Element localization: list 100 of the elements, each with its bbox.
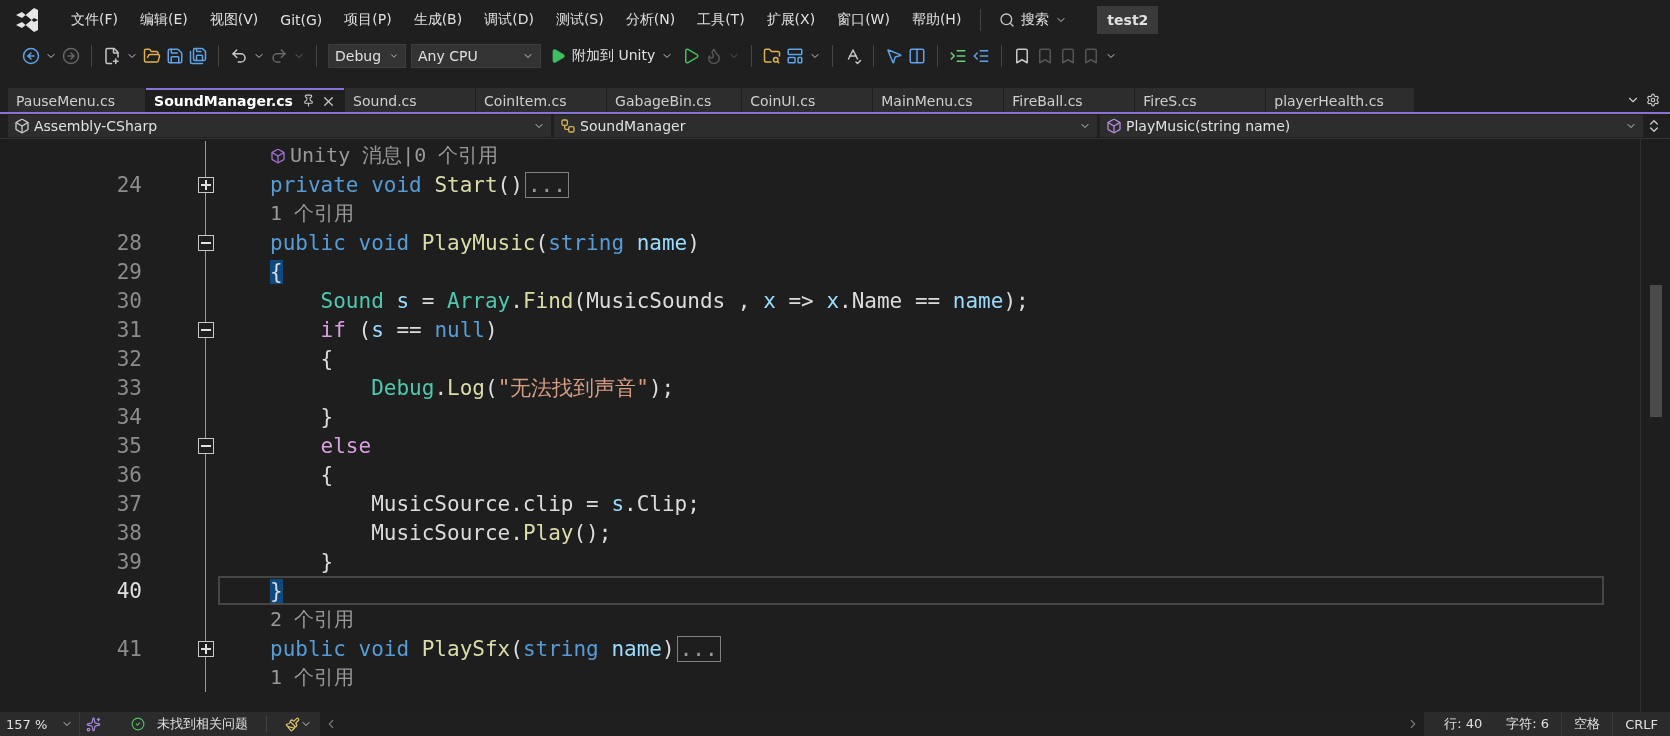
project-dropdown[interactable]: Assembly-CSharp	[8, 115, 551, 137]
collapse-icon[interactable]	[198, 234, 214, 251]
file-tab[interactable]: CoinUI.cs	[742, 88, 873, 112]
line-number: 29	[115, 259, 143, 284]
type-dropdown[interactable]: SoundManager	[554, 115, 1097, 137]
menu-item[interactable]: 工具(T)	[688, 7, 754, 33]
line-number: 30	[115, 288, 143, 313]
line-number: 31	[115, 317, 143, 342]
code-lens[interactable]: Unity 消息|0 个引用	[290, 142, 499, 169]
pin-icon[interactable]	[302, 93, 316, 107]
indent-icon[interactable]	[949, 47, 968, 65]
check-icon	[131, 717, 145, 731]
code-lens[interactable]: 1 个引用	[270, 200, 355, 227]
folder-icon[interactable]	[143, 47, 161, 65]
issues-status[interactable]: 未找到相关问题	[145, 715, 260, 733]
scrollbar-thumb[interactable]	[1649, 285, 1662, 417]
code-lens[interactable]: 2 个引用	[270, 606, 355, 633]
line-number: 28	[115, 230, 143, 255]
file-tab[interactable]: GabageBin.cs	[607, 88, 742, 112]
menu-item[interactable]: 调试(D)	[475, 7, 543, 33]
code-line: Debug.Log("无法找到声音");	[370, 374, 676, 402]
code-line: else	[319, 432, 373, 460]
logo-icon	[14, 8, 40, 32]
code-line: {	[319, 461, 335, 489]
line-number: 38	[115, 520, 143, 545]
save-all-icon[interactable]	[189, 47, 207, 65]
code-line: }	[319, 403, 335, 431]
expand-icon[interactable]	[198, 176, 214, 193]
play-icon[interactable]	[682, 47, 701, 65]
redo-icon[interactable]	[270, 47, 288, 65]
project-icon	[14, 118, 30, 134]
file-tab[interactable]: PauseMenu.cs	[8, 88, 146, 112]
method-icon	[1106, 118, 1122, 134]
file-tab[interactable]: MainMenu.cs	[873, 88, 1004, 112]
line-status: 行: 40	[1443, 715, 1484, 733]
menu-item[interactable]: 窗口(W)	[828, 7, 899, 33]
search-icon	[999, 12, 1016, 28]
code-line: MusicSource.Play();	[370, 519, 613, 547]
save-icon[interactable]	[166, 47, 184, 65]
file-tab[interactable]: FireBall.cs	[1004, 88, 1135, 112]
menu-item[interactable]: 文件(F)	[62, 7, 127, 33]
menu-item[interactable]: 测试(S)	[546, 7, 613, 33]
platform-dropdown[interactable]: Any CPU	[411, 44, 541, 68]
code-line: MusicSource.clip = s.Clip;	[370, 490, 701, 518]
menu-item[interactable]: Git(G)	[271, 8, 332, 32]
configuration-dropdown[interactable]: Debug	[328, 44, 406, 68]
code-line: }	[319, 548, 335, 576]
attach-button[interactable]: 附加到 Unity	[546, 47, 678, 65]
line-number: 33	[115, 375, 143, 400]
line-number: 36	[115, 462, 143, 487]
line-ending-button[interactable]: CRLF	[1612, 712, 1670, 736]
sparkles-icon[interactable]	[86, 716, 101, 732]
file-tab[interactable]: playerHealth.cs	[1266, 88, 1414, 112]
line-number: 40	[115, 578, 143, 603]
menu-item[interactable]: 编辑(E)	[131, 7, 197, 33]
forward-icon[interactable]	[62, 47, 80, 65]
line-number: 39	[115, 549, 143, 574]
code-line: public void PlayMusic(string name)	[270, 229, 701, 257]
line-number: 32	[115, 346, 143, 371]
play-icon	[550, 48, 566, 64]
menu-item[interactable]: 分析(N)	[616, 7, 685, 33]
menu-item[interactable]: 帮助(H)	[902, 7, 971, 33]
file-tab[interactable]: CoinItem.cs	[476, 88, 607, 112]
menu-item[interactable]: 视图(V)	[200, 7, 268, 33]
line-number: 41	[115, 636, 143, 661]
solution-name: test2	[1097, 6, 1159, 34]
menu-item[interactable]: 项目(P)	[335, 7, 401, 33]
code-line: private void Start() ...	[270, 170, 1640, 199]
member-dropdown[interactable]: PlayMusic(string name)	[1100, 115, 1643, 137]
code-line: if (s == null)	[319, 316, 499, 344]
line-number: 35	[115, 433, 143, 458]
file-tab[interactable]: SoundManager.cs	[146, 88, 345, 112]
undo-icon[interactable]	[230, 47, 248, 65]
back-icon[interactable]	[22, 47, 40, 65]
code-line: Sound s = Array.Find(MusicSounds , x => x.Name == name);	[319, 287, 1030, 315]
new-file-icon[interactable]	[103, 47, 121, 65]
pointer-icon[interactable]	[885, 47, 904, 65]
collapse-icon[interactable]	[198, 321, 214, 338]
file-tab[interactable]: Sound.cs	[345, 88, 476, 112]
settings-icon[interactable]	[1646, 93, 1660, 107]
folder-search-icon[interactable]	[763, 47, 782, 65]
code-line: {	[319, 345, 335, 373]
collapse-icon[interactable]	[198, 437, 214, 454]
brush-icon[interactable]	[285, 716, 300, 732]
menu-item[interactable]: 扩展(X)	[757, 7, 825, 33]
code-lens[interactable]: 1 个引用	[270, 664, 355, 691]
code-line: public void PlaySfx(string name) ...	[270, 634, 1640, 663]
expand-icon[interactable]	[198, 640, 214, 657]
menu-item[interactable]: 生成(B)	[404, 7, 472, 33]
line-number: 24	[115, 172, 143, 197]
columns-icon[interactable]	[908, 47, 927, 65]
class-icon	[560, 118, 576, 134]
column-status: 字符: 6	[1505, 715, 1551, 733]
whitespace-button[interactable]: 空格	[1561, 712, 1613, 736]
window-icon[interactable]	[786, 47, 805, 65]
file-tab[interactable]: FireS.cs	[1135, 88, 1266, 112]
line-number: 34	[115, 404, 143, 429]
search-button[interactable]: 搜索	[991, 7, 1076, 33]
line-number: 37	[115, 491, 143, 516]
outdent-icon[interactable]	[972, 47, 991, 65]
